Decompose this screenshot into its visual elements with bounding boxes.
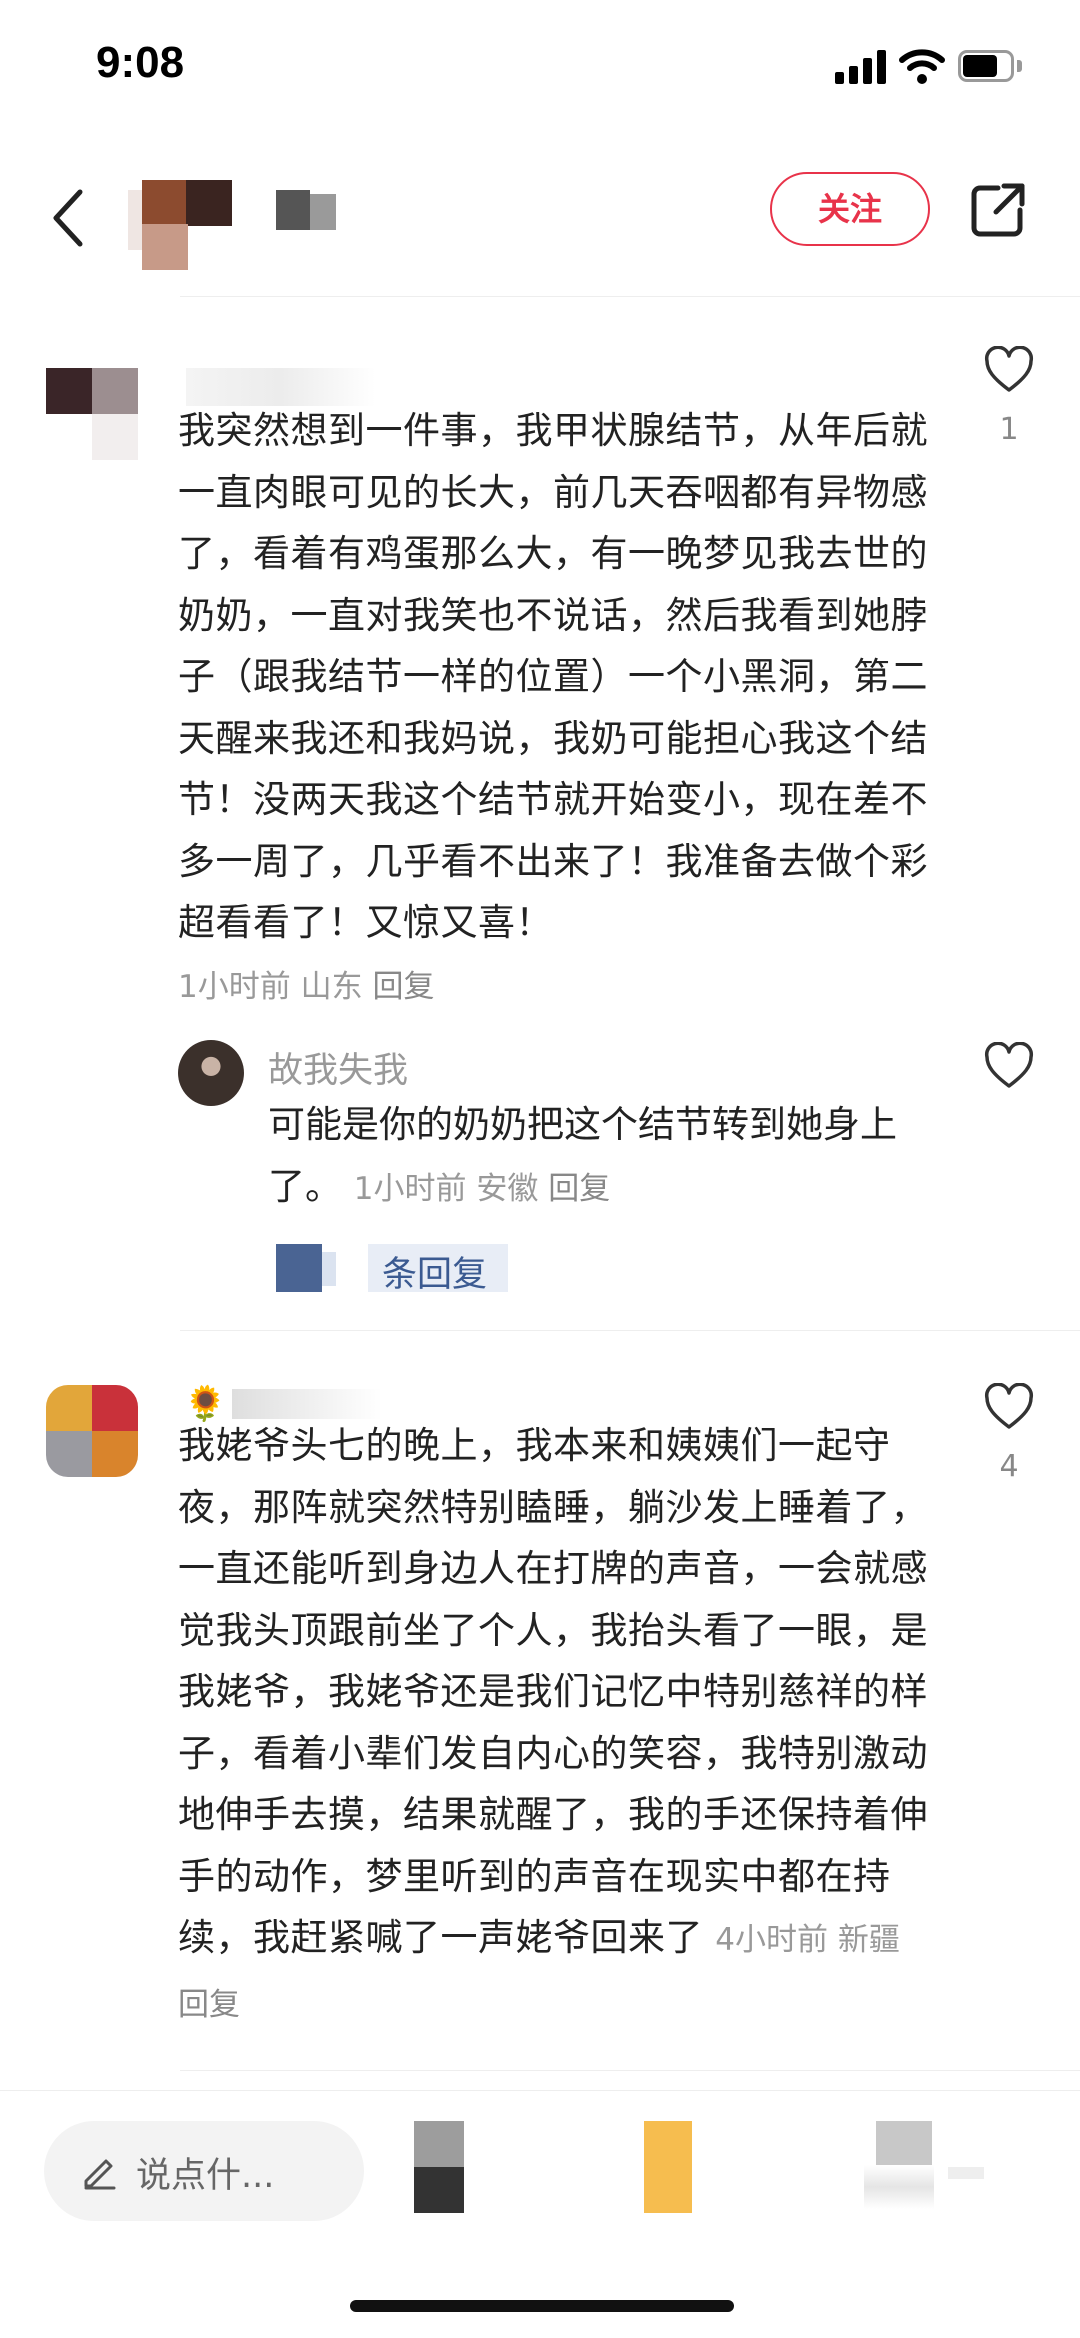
sub-reply-username[interactable]: 故我失我 <box>268 1042 408 1093</box>
signal-icon <box>835 50 889 84</box>
comment-meta: 1小时前 山东 回复 <box>178 969 434 1005</box>
home-indicator <box>350 2300 734 2312</box>
comment-input[interactable]: 说点什... <box>44 2121 364 2221</box>
sub-reply-button[interactable]: 回复 <box>548 1171 610 1207</box>
comment-time: 4小时前 <box>715 1922 828 1958</box>
battery-icon <box>958 50 1024 82</box>
sub-reply-meta: 1小时前 安徽 回复 <box>354 1171 610 1207</box>
pencil-icon <box>84 2159 116 2190</box>
sub-reply-time: 1小时前 <box>353 1170 467 1207</box>
comment-action-button[interactable] <box>864 2121 984 2213</box>
reply-button[interactable]: 回复 <box>372 969 434 1005</box>
author-name[interactable] <box>276 184 346 238</box>
comment-body[interactable]: 我突然想到一件事，我甲状腺结节，从年后就一直肉眼可见的长大，前几天吞咽都有异物感… <box>178 400 938 1018</box>
comment-body[interactable]: 我姥爷头七的晚上，我本来和姨姨们一起守夜，那阵就突然特别瞌睡，躺沙发上睡着了，一… <box>178 1415 938 2036</box>
comment-text: 我姥爷头七的晚上，我本来和姨姨们一起守夜，那阵就突然特别瞌睡，躺沙发上睡着了，一… <box>178 1424 928 1959</box>
share-icon[interactable] <box>968 180 1028 240</box>
status-bar: 9:08 <box>0 0 1080 140</box>
wifi-icon <box>899 49 945 84</box>
sub-reply-location: 安徽 <box>476 1170 539 1207</box>
author-avatar[interactable] <box>128 160 238 280</box>
heart-icon[interactable] <box>983 345 1035 394</box>
like-count: 4 <box>999 1449 1019 1484</box>
avatar[interactable] <box>46 1385 138 1477</box>
comment-location: 新疆 <box>837 1922 900 1958</box>
sub-like-button[interactable] <box>978 1041 1040 1094</box>
avatar[interactable] <box>46 368 138 460</box>
follow-button[interactable]: 关注 <box>770 172 930 246</box>
comment-divider <box>180 1330 1080 1331</box>
collect-action-button[interactable] <box>644 2121 692 2213</box>
like-action-button[interactable] <box>414 2121 464 2213</box>
comment-divider <box>180 2070 1080 2071</box>
sub-reply-avatar[interactable] <box>178 1040 244 1106</box>
back-icon[interactable] <box>46 186 90 250</box>
heart-icon[interactable] <box>983 1382 1035 1431</box>
like-button[interactable]: 1 <box>978 345 1040 447</box>
comment-location: 山东 <box>300 968 363 1005</box>
header-divider <box>180 296 1080 297</box>
comment-text: 我突然想到一件事，我甲状腺结节，从年后就一直肉眼可见的长大，前几天吞咽都有异物感… <box>178 409 928 944</box>
expand-replies-button[interactable]: 条回复 <box>276 1244 512 1295</box>
like-button[interactable]: 4 <box>978 1382 1040 1484</box>
status-time: 9:08 <box>96 38 185 87</box>
comment-input-placeholder: 说点什... <box>136 2156 275 2196</box>
like-count: 1 <box>999 412 1019 447</box>
comment-time: 1小时前 <box>178 968 291 1005</box>
sub-reply-body[interactable]: 可能是你的奶奶把这个结节转到她身上了。 1小时前 安徽 回复 <box>268 1094 908 1220</box>
top-nav: 关注 <box>0 140 1080 300</box>
reply-button[interactable]: 回复 <box>178 1987 240 2023</box>
heart-icon[interactable] <box>983 1041 1035 1090</box>
expand-replies-label: 条回复 <box>382 1255 488 1295</box>
